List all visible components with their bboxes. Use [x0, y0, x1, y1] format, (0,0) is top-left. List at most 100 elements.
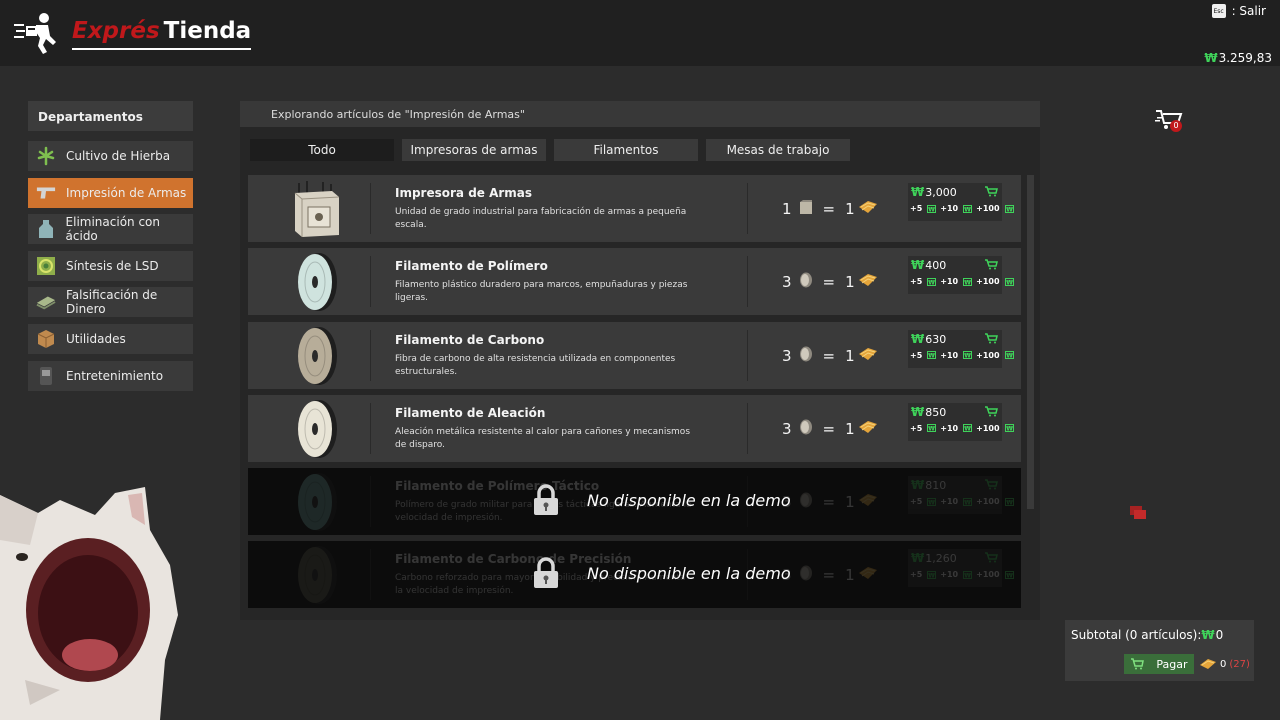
price-value: 850	[925, 405, 947, 419]
items-count-value: 0	[1220, 658, 1227, 670]
tab-all[interactable]: Todo	[250, 139, 394, 161]
add-to-cart-icon[interactable]	[984, 479, 998, 490]
sidebar-item-label: Cultivo de Hierba	[66, 149, 171, 163]
add-qty-button[interactable]: +100 ₩	[976, 423, 1014, 433]
add-to-cart-icon[interactable]	[984, 332, 998, 344]
sidebar-item-gun-printing[interactable]: Impresión de Armas	[28, 177, 193, 208]
add-qty-button[interactable]: +100 ₩	[976, 204, 1014, 213]
sidebar-item-utilities[interactable]: Utilidades	[28, 323, 193, 354]
qty-label: +5	[910, 423, 923, 433]
quantity-buttons: +5 ₩ +10 ₩ +100 ₩	[910, 204, 1018, 213]
add-to-cart-icon[interactable]	[984, 186, 998, 197]
output-qty: 1	[845, 566, 855, 585]
qty-label: +10	[940, 204, 959, 213]
money-icon: ₩	[911, 331, 925, 346]
delivery-runner-icon	[14, 13, 56, 54]
price-box: ₩630 +5 ₩ +10 ₩ +100 ₩	[908, 329, 1014, 368]
svg-text:₩: ₩	[1006, 206, 1013, 213]
product-name: Filamento de Carbono	[395, 332, 545, 347]
conversion-recipe: 3 = 1	[782, 565, 878, 585]
product-row[interactable]: Filamento de Aleación Aleación metálica …	[248, 394, 1021, 462]
tab-workbenches[interactable]: Mesas de trabajo	[706, 139, 850, 161]
qty-label: +5	[910, 204, 923, 213]
filament-spool-icon	[290, 472, 344, 532]
svg-text:₩: ₩	[1006, 499, 1013, 506]
products-panel: Explorando artículos de "Impresión de Ar…	[240, 101, 1040, 620]
quantity-buttons: +5 ₩ +10 ₩ +100 ₩	[910, 351, 1018, 360]
product-row[interactable]: Filamento de Carbono de Precisión Carbon…	[248, 541, 1021, 609]
ingredient-icon	[792, 492, 821, 512]
cash-hand-icon	[855, 346, 878, 366]
product-description: Filamento plástico duradero para marcos,…	[395, 280, 688, 304]
product-row[interactable]: Filamento de Polímero Filamento plástico…	[248, 248, 1021, 316]
money-icon: ₩	[911, 478, 925, 493]
add-qty-button[interactable]: +10 ₩	[940, 277, 973, 286]
qty-label: +10	[940, 497, 959, 507]
exit-button[interactable]: Esc : Salir	[1211, 4, 1266, 18]
add-qty-button[interactable]: +10 ₩	[940, 570, 973, 579]
price-box: ₩810 +5 ₩ +10 ₩ +100 ₩	[908, 476, 1014, 515]
svg-text:₩: ₩	[1006, 426, 1013, 433]
add-qty-button[interactable]: +100 ₩	[976, 277, 1014, 286]
sidebar-item-weed[interactable]: Cultivo de Hierba	[28, 141, 193, 171]
arcade-icon	[36, 366, 56, 386]
sidebar-item-entertainment[interactable]: Entretenimiento	[28, 360, 193, 391]
subtotal-panel: Subtotal (0 artículos):₩0 Pagar 0 (27)	[1065, 620, 1254, 681]
add-qty-button[interactable]: +5 ₩	[910, 423, 937, 433]
add-qty-button[interactable]: +10 ₩	[940, 350, 973, 360]
add-qty-button[interactable]: +5 ₩	[910, 570, 937, 579]
conversion-recipe: 3 = 1	[782, 272, 878, 292]
ingredient-icon	[792, 199, 821, 219]
conversion-recipe: 3 = 1	[782, 346, 878, 366]
qty-label: +10	[940, 350, 959, 360]
store-title: Tienda	[163, 18, 252, 44]
output-qty: 1	[845, 419, 855, 438]
product-name: Filamento de Polímero	[395, 259, 548, 274]
esc-key-icon: Esc	[1211, 4, 1226, 18]
scrollbar[interactable]	[1027, 175, 1034, 509]
equals-sign: =	[822, 493, 836, 512]
sidebar-item-acid[interactable]: Eliminación con ácido	[28, 214, 193, 245]
sidebar-item-label: Síntesis de LSD	[66, 258, 159, 273]
product-list: Impresora de Armas Unidad de grado indus…	[248, 175, 1021, 619]
input-qty: 3	[782, 419, 792, 438]
qty-label: +5	[910, 277, 923, 287]
sidebar-item-counterfeit[interactable]: Falsificación de Dinero	[28, 287, 193, 318]
cash-hand-icon	[855, 565, 878, 585]
pay-button[interactable]: Pagar	[1124, 654, 1194, 674]
add-qty-button[interactable]: +5 ₩	[910, 277, 937, 287]
add-qty-button[interactable]: +5 ₩	[910, 204, 937, 213]
quantity-buttons: +5 ₩ +10 ₩ +100 ₩	[910, 570, 1018, 579]
acid-jug-icon	[36, 219, 56, 239]
pistol-icon	[36, 183, 56, 203]
add-qty-button[interactable]: +10 ₩	[940, 424, 973, 433]
product-row[interactable]: Filamento de Polímero Táctico Polímero d…	[248, 468, 1021, 536]
add-qty-button[interactable]: +100 ₩	[976, 497, 1014, 506]
lock-icon	[534, 557, 558, 589]
add-qty-button[interactable]: +10 ₩	[940, 497, 973, 507]
conversion-recipe: 3 = 1	[782, 419, 878, 439]
add-to-cart-icon[interactable]	[984, 259, 998, 270]
weed-leaf-icon	[36, 146, 56, 166]
tab-gun-printers[interactable]: Impresoras de armas	[402, 139, 546, 161]
logo-text: Exprés Tienda	[72, 18, 252, 50]
add-to-cart-icon[interactable]	[984, 552, 998, 563]
tab-filaments[interactable]: Filamentos	[554, 139, 698, 161]
add-qty-button[interactable]: +100 ₩	[976, 570, 1014, 580]
sidebar-item-label: Eliminación con ácido	[65, 215, 161, 244]
category-tabs: Todo Impresoras de armas Filamentos Mesa…	[250, 139, 858, 161]
divider	[370, 329, 371, 381]
balance: ₩ 3.259,83	[1204, 51, 1272, 65]
svg-text:₩: ₩	[928, 206, 935, 213]
add-qty-button[interactable]: +10 ₩	[940, 204, 973, 213]
add-qty-button[interactable]: +100 ₩	[976, 351, 1014, 360]
qty-label: +100	[976, 423, 1000, 433]
product-row[interactable]: Filamento de Carbono Fibra de carbono de…	[248, 321, 1021, 389]
add-to-cart-icon[interactable]	[984, 406, 998, 417]
divider	[747, 183, 748, 234]
add-qty-button[interactable]: +5 ₩	[910, 351, 937, 360]
add-qty-button[interactable]: +5 ₩	[910, 497, 937, 506]
sidebar-item-lsd[interactable]: Síntesis de LSD	[28, 250, 193, 281]
product-row[interactable]: Impresora de Armas Unidad de grado indus…	[248, 175, 1021, 242]
qty-label: +100	[976, 570, 1000, 580]
